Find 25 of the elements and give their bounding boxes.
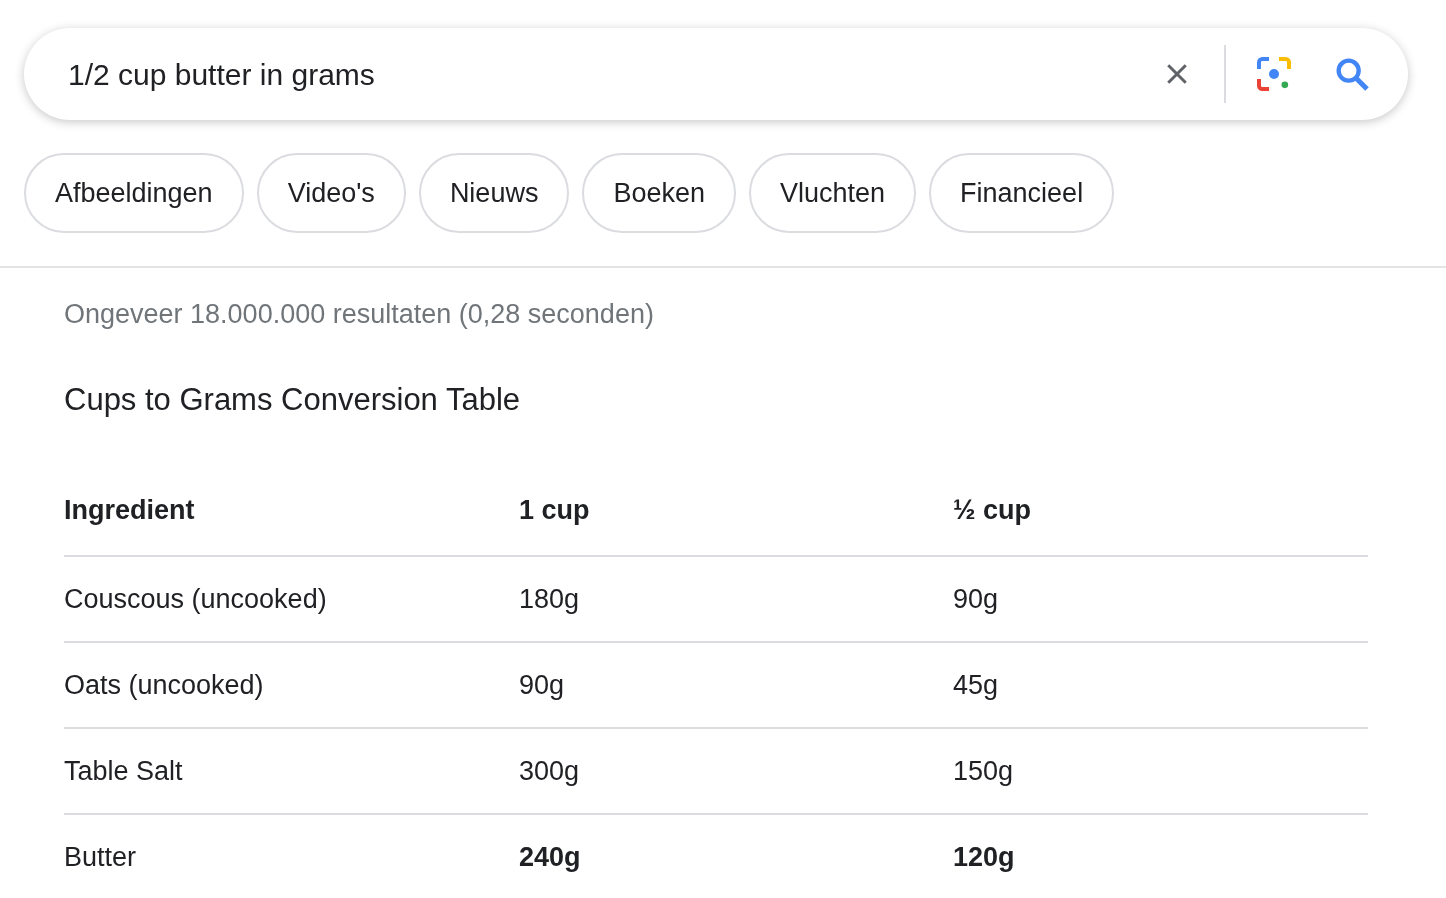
table-title: Cups to Grams Conversion Table — [64, 380, 522, 419]
table-cell-text: Couscous (uncooked) — [64, 582, 328, 616]
table-cell-text: 240g — [519, 840, 582, 874]
search-field[interactable]: 1/2 cup butter in grams — [68, 51, 1162, 97]
column-header: 1 cup — [519, 493, 591, 527]
filter-chip[interactable]: Financieel — [929, 153, 1115, 233]
filter-chip[interactable]: Boeken — [582, 153, 736, 233]
column-header: ½ cup — [953, 493, 1033, 527]
table-cell-text: Table Salt — [64, 754, 184, 788]
table-cell-text: 90g — [519, 668, 566, 702]
table-cell-text: 90g — [953, 582, 1000, 616]
filter-chip[interactable]: Nieuws — [418, 153, 570, 233]
table-cell-text: 45g — [953, 668, 1000, 702]
table-cell-text: Oats (uncooked) — [64, 668, 265, 702]
column-header: Ingredient — [64, 493, 196, 527]
table-cell-text: 150g — [953, 754, 1015, 788]
table-cell-text: 120g — [953, 840, 1016, 874]
filter-chip[interactable]: Vluchten — [749, 153, 917, 233]
table-cell-text: Butter — [64, 840, 138, 874]
camera-icon[interactable] — [1254, 54, 1294, 94]
table-cell-text: 300g — [519, 754, 581, 788]
table-cell-text: 180g — [519, 582, 581, 616]
filter-chip[interactable]: Afbeeldingen — [24, 153, 244, 233]
result-stats: Ongeveer 18.000.000 resultaten (0,28 seconden) — [64, 298, 655, 331]
filter-chip[interactable]: Video's — [256, 153, 406, 233]
